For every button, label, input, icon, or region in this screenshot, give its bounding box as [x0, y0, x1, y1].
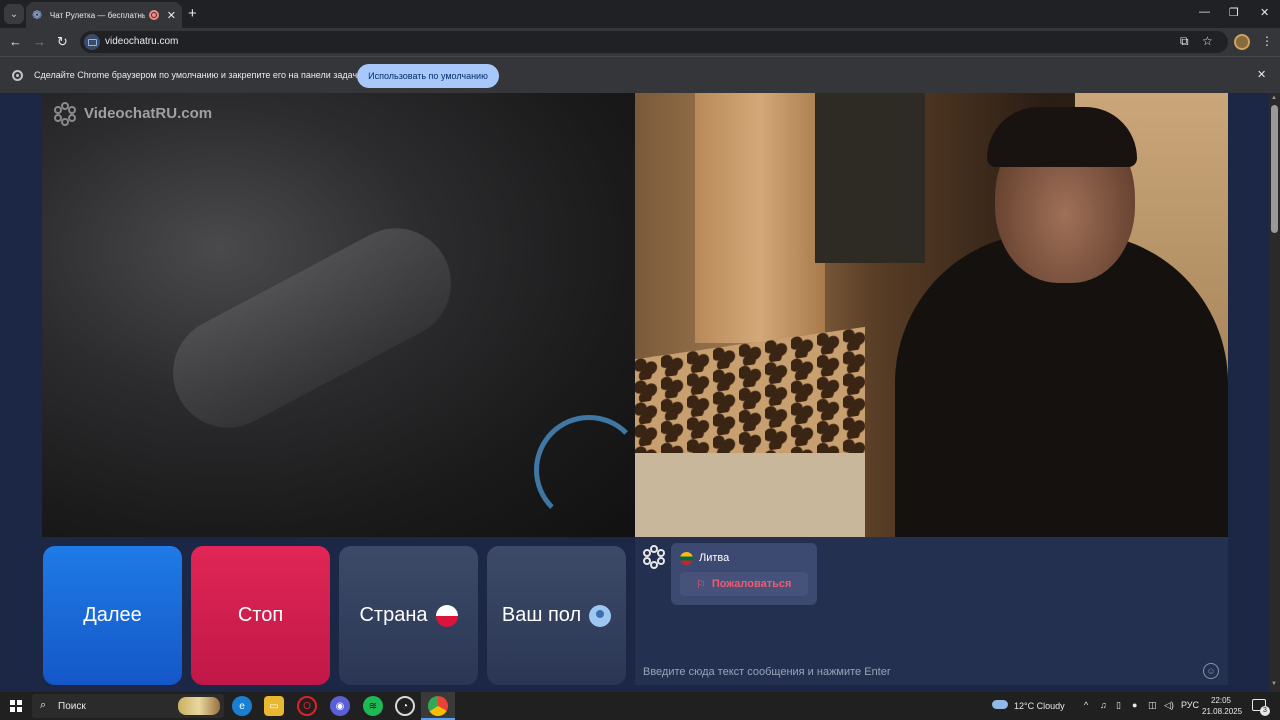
microphone-icon[interactable]: ● — [1132, 700, 1137, 710]
video-bed — [635, 453, 865, 537]
tab-close-icon[interactable]: ✕ — [167, 9, 176, 22]
system-clock[interactable]: 22:05 21.08.2025 — [1202, 695, 1243, 717]
report-button[interactable]: ⚐ Пожаловаться — [680, 572, 808, 596]
search-icon: ⌕ — [40, 699, 47, 711]
recording-icon — [148, 10, 159, 20]
lithuania-flag-icon — [680, 552, 693, 565]
video-object — [534, 415, 635, 525]
emoji-icon[interactable]: ☺ — [1203, 663, 1219, 679]
message-input[interactable] — [635, 659, 1228, 685]
cloud-icon — [992, 700, 1008, 709]
tray-chevron-icon[interactable]: ^ — [1084, 700, 1088, 710]
new-tab-button[interactable]: + — [188, 5, 197, 23]
back-arrow-icon[interactable]: ← — [9, 34, 22, 50]
clock-date: 21.08.2025 — [1202, 707, 1243, 716]
local-video: VideochatRU.com — [42, 93, 635, 537]
video-window — [815, 93, 925, 263]
page-content: VideochatRU.com Далее Стоп Страна Ваш по… — [0, 93, 1280, 692]
site-camera-icon[interactable] — [84, 34, 100, 50]
gender-label: Ваш пол — [501, 604, 582, 626]
logo-flower-icon — [54, 102, 76, 126]
profile-avatar[interactable] — [1234, 34, 1250, 50]
site-logo: VideochatRU.com — [54, 102, 213, 126]
tab-strip: ⌄ ❁ Чат Рулетка — бесплатный видеочат ✕ … — [0, 0, 1280, 28]
report-label: Пожаловаться — [711, 578, 792, 590]
url-text: videochatru.com — [105, 36, 179, 47]
weather-text[interactable]: 12°C Cloudy — [1014, 701, 1065, 711]
edge-icon[interactable]: e — [232, 696, 252, 716]
minimize-icon[interactable]: — — [1199, 6, 1210, 18]
file-explorer-icon[interactable]: ▭ — [264, 696, 284, 716]
partner-country: Литва — [699, 552, 730, 564]
obs-icon[interactable]: ◔ — [395, 696, 415, 716]
windows-start-icon[interactable] — [10, 700, 22, 712]
default-browser-infobar: Сделайте Chrome браузером по умолчанию и… — [0, 56, 1280, 93]
clock-time: 22:05 — [1210, 696, 1232, 705]
next-button[interactable]: Далее — [43, 546, 182, 685]
taskbar-search[interactable]: ⌕ Поиск — [32, 694, 224, 718]
video-person-hair — [987, 107, 1137, 167]
tab-active[interactable]: ❁ Чат Рулетка — бесплатный видеочат ✕ — [26, 2, 182, 28]
volume-icon[interactable]: ◁) — [1164, 700, 1174, 711]
stop-button[interactable]: Стоп — [191, 546, 330, 685]
infobar-close-icon[interactable]: ✕ — [1257, 68, 1266, 81]
restore-icon[interactable]: ❐ — [1229, 6, 1239, 19]
search-highlight-image — [178, 697, 220, 715]
address-bar[interactable]: videochatru.com ⧉ ☆ — [80, 31, 1228, 53]
flag-icon: ⚐ — [696, 578, 706, 591]
chat-panel: Литва ⚐ Пожаловаться ☺ — [635, 537, 1228, 685]
page-scrollbar[interactable]: ▲ ▼ — [1269, 93, 1280, 692]
chat-logo-icon — [643, 545, 665, 569]
search-label: Поиск — [58, 701, 86, 712]
notification-count: 3 — [1260, 706, 1270, 716]
browser-toolbar: ← → ↻ videochatru.com ⧉ ☆ ⋮ — [0, 28, 1280, 56]
set-default-button[interactable]: Использовать по умолчанию — [357, 64, 499, 88]
install-app-icon[interactable]: ⧉ — [1180, 34, 1189, 49]
tab-search-button[interactable]: ⌄ — [4, 4, 24, 24]
gender-button[interactable]: Ваш пол — [487, 546, 626, 685]
battery-icon[interactable]: ▯ — [1116, 700, 1121, 711]
opera-icon[interactable]: O — [297, 696, 317, 716]
menu-kebab-icon[interactable]: ⋮ — [1261, 34, 1273, 48]
partner-info-card: Литва ⚐ Пожаловаться — [671, 543, 817, 605]
next-label: Далее — [83, 604, 142, 626]
video-figure — [153, 209, 471, 447]
headset-icon[interactable]: ♫ — [1100, 700, 1107, 710]
reload-icon[interactable]: ↻ — [57, 34, 68, 50]
network-icon[interactable]: ◫ — [1148, 700, 1157, 711]
chrome-taskbar-icon[interactable] — [428, 696, 448, 716]
bookmark-star-icon[interactable]: ☆ — [1202, 34, 1213, 48]
partner-video — [635, 93, 1228, 537]
gender-icon — [589, 604, 612, 627]
window-close-icon[interactable]: ✕ — [1260, 6, 1269, 19]
scroll-thumb[interactable] — [1271, 105, 1278, 233]
chrome-icon — [12, 70, 23, 81]
poland-flag-icon — [435, 604, 458, 627]
scroll-up-icon[interactable]: ▲ — [1271, 95, 1277, 101]
forward-arrow-icon[interactable]: → — [33, 34, 46, 50]
logo-text: VideochatRU.com — [84, 104, 213, 122]
messenger-icon[interactable]: ◉ — [330, 696, 350, 716]
country-button[interactable]: Страна — [339, 546, 478, 685]
stop-label: Стоп — [237, 604, 284, 626]
spotify-icon[interactable]: ≋ — [363, 696, 383, 716]
scroll-down-icon[interactable]: ▼ — [1271, 681, 1277, 687]
windows-taskbar: ⌕ Поиск e ▭ O ◉ ≋ ◔ 12°C Cloudy ^ ♫ ▯ ● … — [0, 692, 1280, 720]
country-label: Страна — [359, 604, 428, 626]
infobar-message: Сделайте Chrome браузером по умолчанию и… — [34, 70, 360, 80]
site-favicon-icon: ❁ — [32, 8, 43, 22]
tab-title: Чат Рулетка — бесплатный видеочат — [49, 10, 145, 20]
video-curtain — [695, 93, 825, 343]
language-indicator[interactable]: РУС — [1181, 700, 1199, 710]
